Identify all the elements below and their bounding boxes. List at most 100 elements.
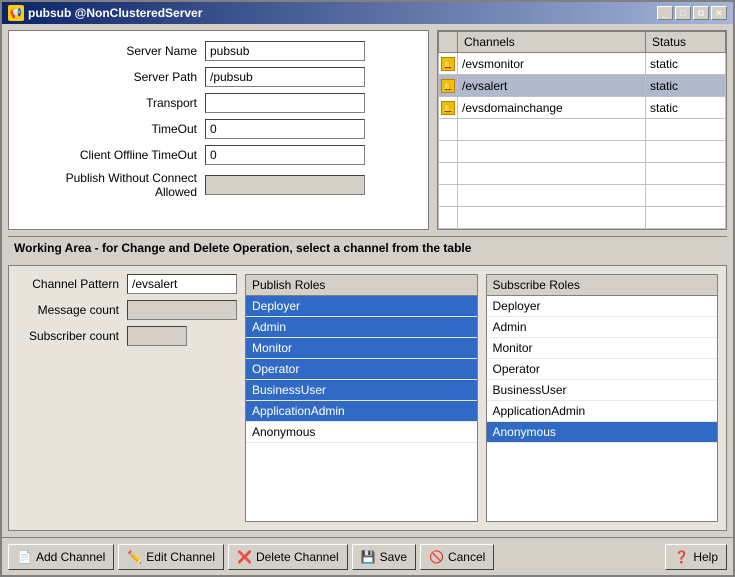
publish-role-item[interactable]: Deployer xyxy=(246,296,477,317)
subscribe-role-item[interactable]: Monitor xyxy=(487,338,718,359)
channel-pattern-input[interactable] xyxy=(127,274,237,294)
cancel-button[interactable]: 🚫 Cancel xyxy=(420,544,494,570)
publish-role-item[interactable]: Admin xyxy=(246,317,477,338)
subscriber-count-row: Subscriber count xyxy=(17,326,237,346)
timeout-row: TimeOut xyxy=(25,119,412,139)
channel-icon: 🔔 xyxy=(441,57,455,71)
working-area: Channel Pattern Message count Subscriber… xyxy=(8,265,727,531)
publish-role-item[interactable]: Anonymous xyxy=(246,422,477,443)
help-button[interactable]: ❓ Help xyxy=(665,544,727,570)
subscribe-role-item[interactable]: Operator xyxy=(487,359,718,380)
message-count-input xyxy=(127,300,237,320)
table-row[interactable] xyxy=(439,141,726,163)
bottom-bar: 📄 Add Channel ✏️ Edit Channel ❌ Delete C… xyxy=(2,537,733,575)
channel-icon-cell: 🔔 xyxy=(439,53,458,75)
subscribe-role-item[interactable]: BusinessUser xyxy=(487,380,718,401)
subscribe-roles-list: DeployerAdminMonitorOperatorBusinessUser… xyxy=(487,296,718,521)
server-name-label: Server Name xyxy=(25,44,205,58)
delete-channel-button[interactable]: ❌ Delete Channel xyxy=(228,544,348,570)
channel-icon: 🔔 xyxy=(441,79,455,93)
add-channel-button[interactable]: 📄 Add Channel xyxy=(8,544,114,570)
table-row[interactable] xyxy=(439,119,726,141)
title-bar-left: 📢 pubsub @NonClusteredServer xyxy=(8,5,202,21)
publish-roles-header: Publish Roles xyxy=(246,275,477,296)
channel-icon-header xyxy=(439,32,458,53)
working-area-title: Working Area - for Change and Delete Ope… xyxy=(14,241,471,255)
table-row[interactable]: 🔔/evsdomainchangestatic xyxy=(439,97,726,119)
transport-input[interactable] xyxy=(205,93,365,113)
publish-without-connect-row: Publish Without Connect Allowed xyxy=(25,171,412,199)
main-window: 📢 pubsub @NonClusteredServer _ □ ⧉ ✕ Ser… xyxy=(0,0,735,577)
timeout-input[interactable] xyxy=(205,119,365,139)
help-icon: ❓ xyxy=(674,550,689,564)
cancel-icon: 🚫 xyxy=(429,550,444,564)
delete-channel-label: Delete Channel xyxy=(256,550,339,564)
add-channel-icon: 📄 xyxy=(17,550,32,564)
edit-channel-button[interactable]: ✏️ Edit Channel xyxy=(118,544,224,570)
publish-role-item[interactable]: ApplicationAdmin xyxy=(246,401,477,422)
server-name-row: Server Name xyxy=(25,41,412,61)
publish-without-connect-input[interactable] xyxy=(205,175,365,195)
table-row[interactable]: 🔔/evsalertstatic xyxy=(439,75,726,97)
subscribe-role-item[interactable]: Deployer xyxy=(487,296,718,317)
publish-role-item[interactable]: Monitor xyxy=(246,338,477,359)
client-offline-timeout-label: Client Offline TimeOut xyxy=(25,148,205,162)
channel-icon-cell xyxy=(439,207,458,229)
title-buttons: _ □ ⧉ ✕ xyxy=(657,6,727,20)
add-channel-label: Add Channel xyxy=(36,550,105,564)
window-title: pubsub @NonClusteredServer xyxy=(28,6,202,20)
message-count-row: Message count xyxy=(17,300,237,320)
channel-status-cell xyxy=(646,207,726,229)
channel-name-cell xyxy=(458,163,646,185)
channel-name-cell: /evsalert xyxy=(458,75,646,97)
table-row[interactable]: 🔔/evsmonitorstatic xyxy=(439,53,726,75)
table-row[interactable] xyxy=(439,163,726,185)
client-offline-timeout-input[interactable] xyxy=(205,145,365,165)
message-count-label: Message count xyxy=(17,303,127,317)
channel-name-cell: /evsdomainchange xyxy=(458,97,646,119)
client-offline-timeout-row: Client Offline TimeOut xyxy=(25,145,412,165)
channel-icon-cell: 🔔 xyxy=(439,75,458,97)
server-name-input[interactable] xyxy=(205,41,365,61)
channel-icon-cell xyxy=(439,119,458,141)
channel-icon-cell xyxy=(439,185,458,207)
subscribe-role-item[interactable]: Anonymous xyxy=(487,422,718,443)
server-path-label: Server Path xyxy=(25,70,205,84)
minimize-button[interactable]: _ xyxy=(657,6,673,20)
channels-table: Channels Status 🔔/evsmonitorstatic🔔/evsa… xyxy=(438,31,726,229)
subscribe-role-item[interactable]: ApplicationAdmin xyxy=(487,401,718,422)
help-label: Help xyxy=(693,550,718,564)
server-path-input[interactable] xyxy=(205,67,365,87)
publish-role-item[interactable]: BusinessUser xyxy=(246,380,477,401)
channel-status-cell: static xyxy=(646,53,726,75)
save-button[interactable]: 💾 Save xyxy=(352,544,416,570)
channel-status-cell xyxy=(646,185,726,207)
save-icon: 💾 xyxy=(361,550,376,564)
table-row[interactable] xyxy=(439,207,726,229)
table-row[interactable] xyxy=(439,185,726,207)
maximize-button[interactable]: ⧉ xyxy=(693,6,709,20)
transport-row: Transport xyxy=(25,93,412,113)
server-path-row: Server Path xyxy=(25,67,412,87)
channel-name-cell xyxy=(458,119,646,141)
channel-status-cell xyxy=(646,163,726,185)
channel-name-cell xyxy=(458,207,646,229)
close-button[interactable]: ✕ xyxy=(711,6,727,20)
status-header: Status xyxy=(646,32,726,53)
cancel-label: Cancel xyxy=(448,550,485,564)
channel-icon-cell xyxy=(439,163,458,185)
channel-pattern-row: Channel Pattern xyxy=(17,274,237,294)
subscriber-count-label: Subscriber count xyxy=(17,329,127,343)
title-bar: 📢 pubsub @NonClusteredServer _ □ ⧉ ✕ xyxy=(2,2,733,24)
edit-channel-icon: ✏️ xyxy=(127,550,142,564)
top-section: Server Name Server Path Transport TimeOu… xyxy=(8,30,727,230)
window-icon: 📢 xyxy=(8,5,24,21)
channel-icon-cell: 🔔 xyxy=(439,97,458,119)
channel-icon-cell xyxy=(439,141,458,163)
subscribe-role-item[interactable]: Admin xyxy=(487,317,718,338)
restore-button[interactable]: □ xyxy=(675,6,691,20)
subscriber-count-input xyxy=(127,326,187,346)
channel-name-cell xyxy=(458,141,646,163)
publish-role-item[interactable]: Operator xyxy=(246,359,477,380)
channel-status-cell xyxy=(646,141,726,163)
